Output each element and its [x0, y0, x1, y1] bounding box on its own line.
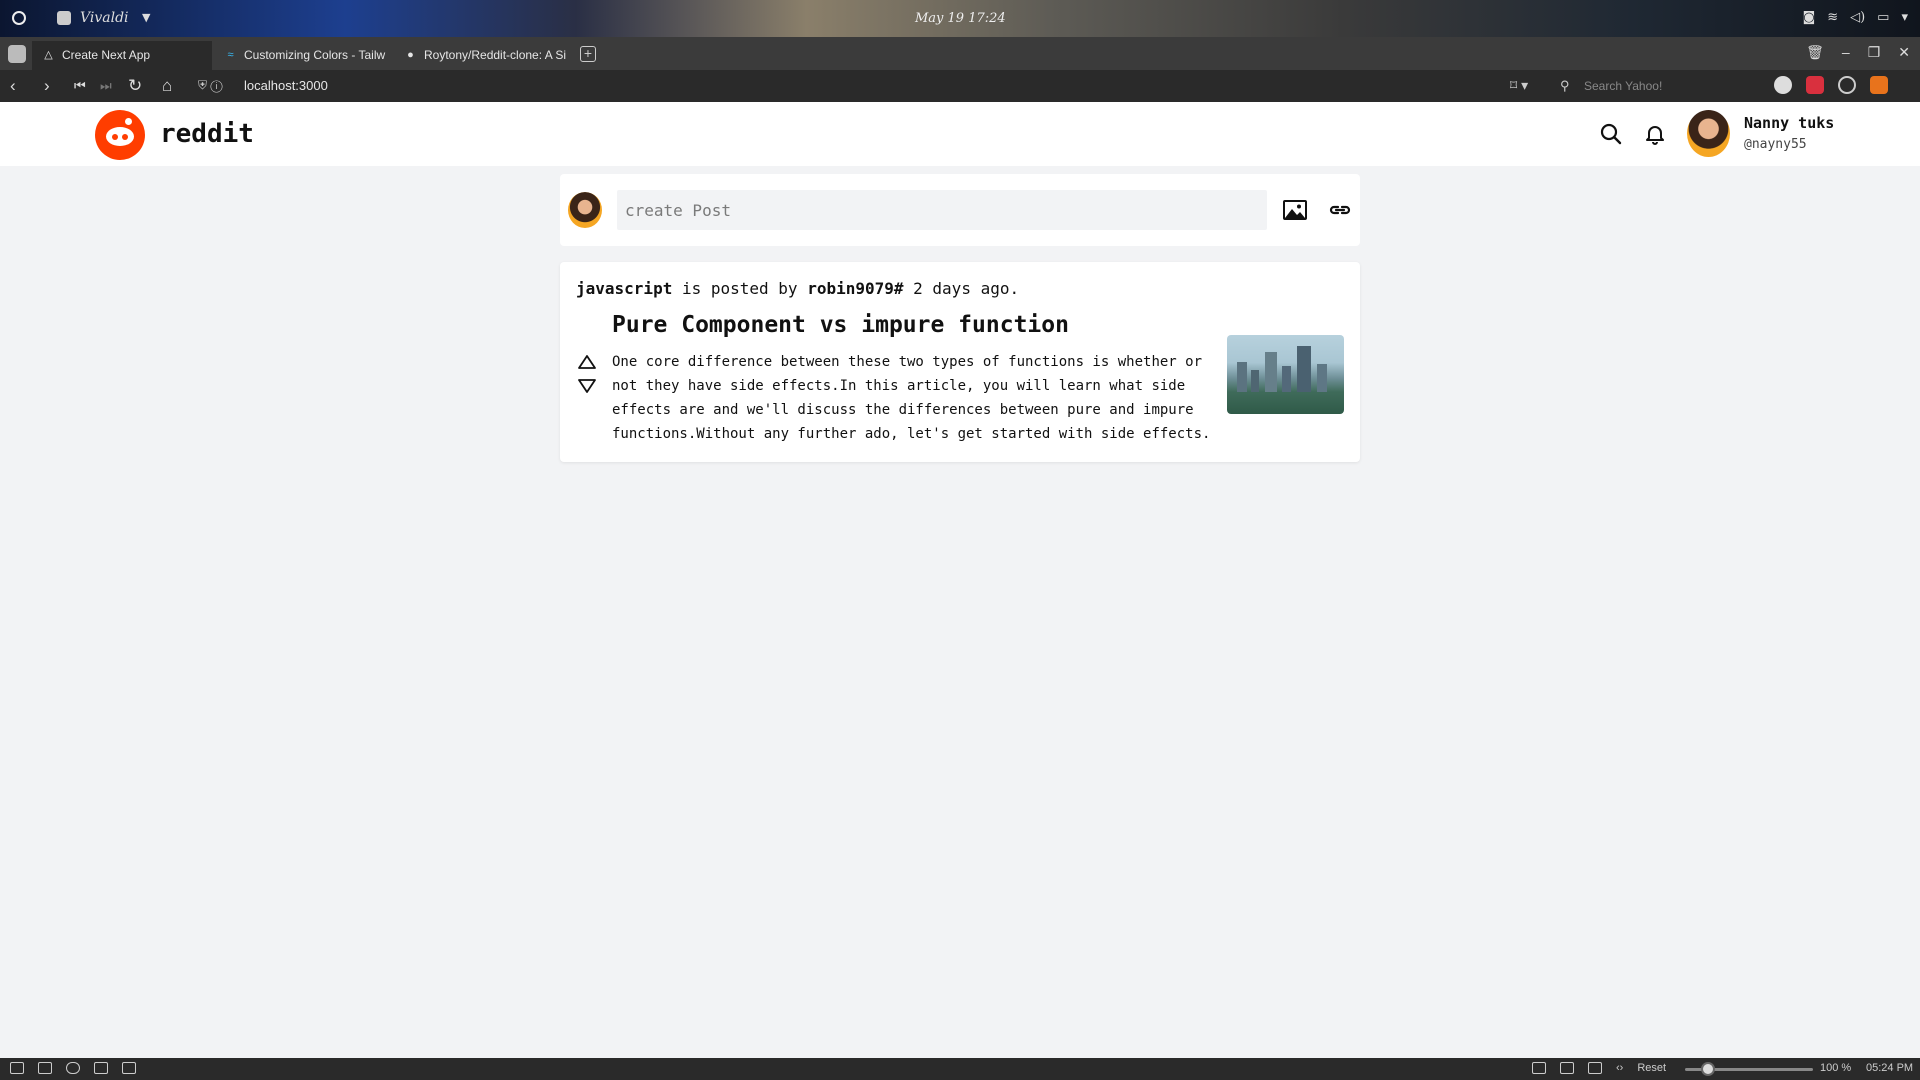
user-avatar[interactable] [1687, 110, 1730, 157]
extension-icons [1774, 76, 1888, 94]
bell-icon[interactable] [1643, 122, 1667, 146]
url-field[interactable]: localhost:3000 [244, 78, 328, 93]
volume-icon[interactable]: ◁) [1850, 10, 1865, 25]
system-tray: ◙ ≋ ◁) ▭ ▾ [1803, 10, 1908, 25]
forward-button[interactable]: › [44, 76, 50, 96]
window-controls: 🗑 ‒ ❐ ✕ [1806, 44, 1910, 61]
extension-circle-icon[interactable] [1838, 76, 1856, 94]
thumb-building [1282, 366, 1291, 392]
reload-button[interactable]: ↻ [128, 76, 142, 96]
status-clock: 05:24 PM [1866, 1062, 1914, 1074]
downvote-icon[interactable] [577, 378, 597, 394]
vivaldi-menu-button[interactable] [8, 45, 26, 63]
close-button[interactable]: ✕ [1898, 44, 1910, 61]
battery-icon[interactable]: ▭ [1877, 10, 1889, 25]
zoom-reset-button[interactable]: Reset [1637, 1062, 1666, 1074]
tray-chevron-down-icon[interactable]: ▾ [1901, 10, 1908, 25]
tab-tiling-icon[interactable] [38, 1062, 52, 1074]
thumb-building [1251, 370, 1259, 392]
mail-icon[interactable] [94, 1062, 108, 1074]
wifi-icon[interactable]: ≋ [1827, 10, 1838, 25]
calendar-icon[interactable] [122, 1062, 136, 1074]
post-title[interactable]: Pure Component vs impure function [612, 312, 1069, 338]
profile-icon[interactable] [1774, 76, 1792, 94]
browser-tab-bar: △ Create Next App ≈ Customizing Colors -… [0, 37, 1920, 70]
extension-red-icon[interactable] [1806, 76, 1824, 94]
post-time: 2 days ago. [903, 279, 1020, 298]
fast-forward-button[interactable]: ⏭ [100, 76, 112, 96]
thumb-building [1297, 346, 1311, 392]
upvote-icon[interactable] [577, 354, 597, 370]
site-info-icon[interactable]: ⛨ ⓘ [198, 78, 223, 93]
back-button[interactable]: ‹ [10, 76, 16, 96]
tab-label: Roytony/Reddit-clone: A Si [424, 48, 567, 62]
new-tab-button[interactable]: + [580, 46, 596, 62]
create-post-card [560, 174, 1360, 246]
os-clock[interactable]: May 19 17:24 [915, 11, 1006, 26]
post-card[interactable]: javascript is posted by robin9079# 2 day… [560, 262, 1360, 462]
tab-label: Create Next App [62, 48, 151, 62]
tailwind-favicon-icon: ≈ [227, 49, 234, 61]
brand-name[interactable]: reddit [160, 119, 254, 149]
tab-label: Customizing Colors - Tailw [244, 48, 386, 62]
reddit-logo-icon[interactable] [95, 110, 145, 160]
logo-eye [122, 134, 128, 140]
posted-by-text: is posted by [672, 279, 808, 298]
post-community[interactable]: javascript [576, 279, 672, 298]
zoom-level: 100 % [1820, 1062, 1852, 1074]
triangle-favicon-icon: △ [44, 49, 53, 61]
tab-reddit-clone-repo[interactable]: ● Roytony/Reddit-clone: A Si [394, 41, 572, 70]
camera-icon[interactable]: ◙ [1803, 10, 1816, 25]
chevron-down-icon[interactable]: ▼ [142, 11, 150, 24]
search-placeholder: Search Yahoo! [1584, 79, 1663, 93]
rewind-button[interactable]: ⏮ [74, 76, 86, 96]
user-handle: @nayny55 [1744, 137, 1807, 152]
trash-icon[interactable]: 🗑 [1806, 44, 1824, 61]
user-name[interactable]: Nanny tuks [1744, 114, 1834, 132]
browser-status-bar: ‹› Reset 100 % 05:24 PM [0, 1058, 1920, 1080]
app-header: reddit Nanny tuks @nayny55 [0, 102, 1920, 166]
thumb-building [1317, 364, 1327, 392]
avatar[interactable] [568, 192, 602, 228]
post-author[interactable]: robin9079# [807, 279, 903, 298]
address-bar: ‹ › ⏮ ⏭ ↻ ⌂ ⛨ ⓘ localhost:3000 ⌑ ▾ ⚲ Sea… [0, 70, 1920, 102]
activities-icon[interactable] [12, 11, 26, 25]
window-icon[interactable] [1560, 1062, 1574, 1074]
post-thumbnail[interactable] [1227, 335, 1344, 414]
search-field[interactable]: ⚲ Search Yahoo! [1556, 75, 1764, 97]
search-icon[interactable] [1599, 122, 1623, 146]
status-tools: ‹› Reset [1532, 1062, 1666, 1074]
panel-toggles [10, 1062, 136, 1074]
bookmark-icon[interactable]: ⌑ ▾ [1510, 77, 1528, 94]
logo-face [106, 127, 134, 146]
home-button[interactable]: ⌂ [162, 76, 172, 96]
thumb-building [1237, 362, 1247, 392]
images-icon[interactable] [1588, 1062, 1602, 1074]
link-icon[interactable] [1327, 198, 1353, 222]
create-post-input[interactable] [617, 190, 1267, 230]
tab-customizing-colors[interactable]: ≈ Customizing Colors - Tailw [214, 41, 392, 70]
capture-icon[interactable] [1532, 1062, 1546, 1074]
github-favicon-icon: ● [407, 49, 414, 61]
thumb-building [1265, 352, 1277, 392]
logo-antenna [125, 118, 132, 125]
zoom-slider-handle[interactable] [1701, 1062, 1715, 1076]
post-body: One core difference between these two ty… [612, 354, 1211, 442]
os-top-bar: Vivaldi ▼ May 19 17:24 ◙ ≋ ◁) ▭ ▾ [0, 0, 1920, 37]
maximize-button[interactable]: ❐ [1868, 44, 1881, 61]
vivaldi-app-icon [57, 11, 71, 25]
cloud-sync-icon[interactable] [66, 1062, 80, 1074]
metamask-fox-icon[interactable] [1870, 76, 1888, 94]
logo-eye [112, 134, 118, 140]
post-meta: javascript is posted by robin9079# 2 day… [576, 279, 1019, 298]
code-icon[interactable]: ‹› [1616, 1062, 1623, 1074]
minimize-button[interactable]: ‒ [1842, 44, 1850, 61]
image-icon[interactable] [1282, 198, 1308, 222]
tab-create-next-app[interactable]: △ Create Next App [32, 41, 212, 70]
panel-toggle-icon[interactable] [10, 1062, 24, 1074]
search-engine-icon: ⚲ [1560, 78, 1570, 93]
app-menu-label[interactable]: Vivaldi [80, 10, 129, 26]
